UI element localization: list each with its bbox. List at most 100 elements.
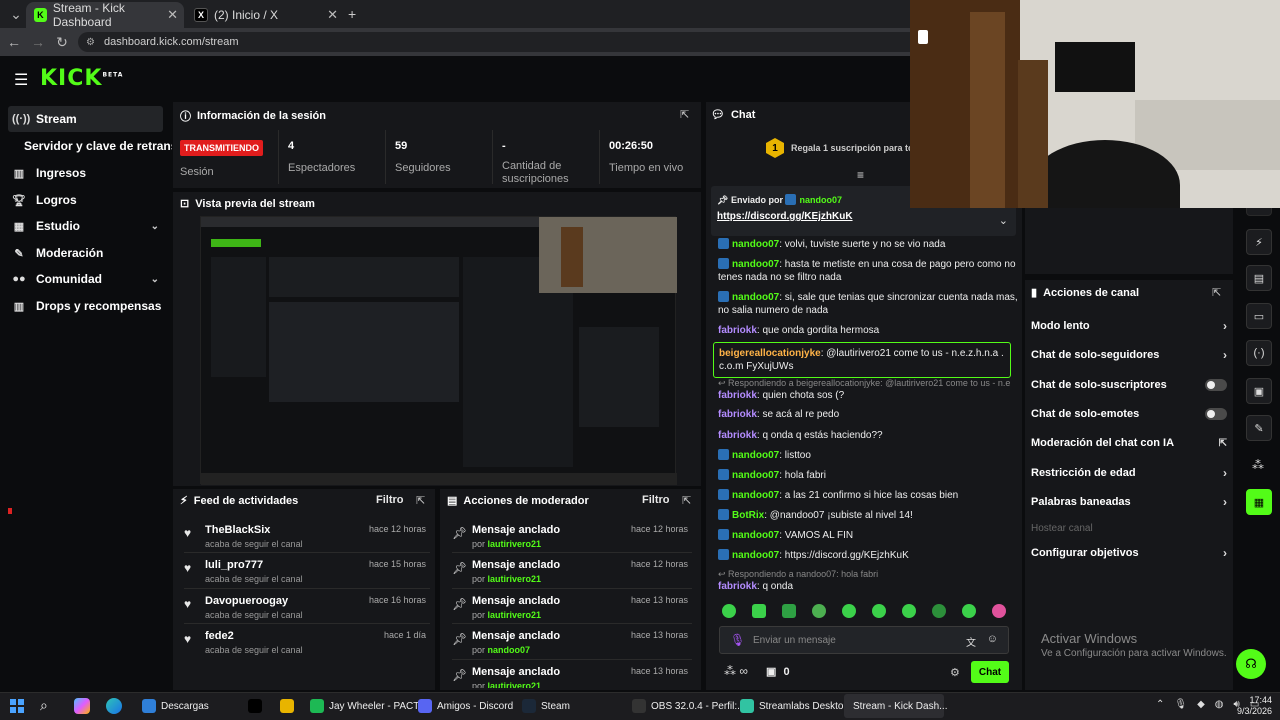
channel-action-6[interactable]: Restricción de edad › [1031, 462, 1231, 484]
popout-icon[interactable]: ⇱ [416, 494, 425, 507]
taskbar-tiktok[interactable] [244, 694, 266, 718]
stream-preview-video[interactable] [200, 216, 677, 485]
channel-action-7[interactable]: Palabras baneadas › [1031, 491, 1231, 513]
forward-icon[interactable]: → [26, 34, 50, 50]
sidebar-item-logros[interactable]: 🏆︎ Logros [8, 187, 163, 213]
sidebar-item-moderacion[interactable]: ✎ Moderación [8, 240, 163, 266]
chat-username[interactable]: nandoo07 [732, 292, 779, 303]
chevron-down-icon[interactable]: ⌄ [999, 214, 1008, 227]
chat-username[interactable]: nandoo07 [732, 530, 779, 541]
reload-icon[interactable]: ↻ [50, 34, 74, 51]
chat-username[interactable]: nandoo07 [732, 259, 779, 270]
community-icon[interactable]: ⁂ [1252, 458, 1264, 472]
taskbar-streamlabs[interactable]: Streamlabs Desktop [736, 694, 853, 718]
mod-filter-button[interactable]: Filtro [642, 494, 670, 506]
broadcast-icon[interactable]: (·) [1246, 340, 1272, 366]
channel-action-3[interactable]: Chat de solo-suscriptores [1031, 374, 1231, 396]
wrench-icon[interactable]: ✎ [1246, 415, 1272, 441]
popout-icon[interactable]: ⇱ [680, 108, 689, 121]
studio-icon[interactable]: ▦ [1246, 489, 1272, 515]
chat-username[interactable]: nandoo07 [732, 490, 779, 501]
chat-username[interactable]: fabriokk [718, 430, 757, 441]
chat-message-input[interactable]: 🎙︎ Enviar un mensaje 文 ☺ [719, 626, 1009, 654]
microphone-icon[interactable]: 🎙︎ [730, 633, 745, 647]
taskbar-discord[interactable]: Amigos - Discord [414, 694, 517, 718]
chat-username[interactable]: fabriokk [718, 581, 757, 592]
clock[interactable]: 17:44 9/3/2026 [1236, 695, 1272, 717]
sidebar-item-drops[interactable]: ▥ Drops y recompensas [8, 293, 163, 319]
emote-icon[interactable] [812, 604, 826, 618]
sidebar-item-estudio[interactable]: ▦ Estudio ⌄ [8, 213, 163, 239]
back-icon[interactable]: ← [2, 34, 26, 50]
document-icon[interactable]: ▤ [1246, 265, 1272, 291]
sidebar-item-ingresos[interactable]: ▥ Ingresos [8, 160, 163, 186]
activity-filter-button[interactable]: Filtro [376, 494, 404, 506]
chat-username[interactable]: BotRix [732, 510, 764, 521]
close-tab-icon[interactable]: ✕ [167, 7, 178, 23]
emote-icon[interactable] [872, 604, 886, 618]
channel-action-5[interactable]: Moderación del chat con IA ⇱ [1031, 432, 1231, 454]
search-icon[interactable]: ⌕ [40, 697, 48, 714]
hamburger-menu-icon[interactable]: ☰ [14, 70, 28, 90]
mod-username[interactable]: lautirivero21 [488, 539, 542, 549]
popout-icon[interactable]: ⇱ [682, 494, 691, 507]
emote-icon[interactable] [962, 604, 976, 618]
tab-kick-dashboard[interactable]: K Stream - Kick Dashboard ✕ [26, 1, 184, 29]
chat-username[interactable]: nandoo07 [732, 550, 779, 561]
chevron-up-icon[interactable]: ⌃ [1156, 699, 1164, 710]
mod-username[interactable]: lautirivero21 [488, 681, 542, 688]
pinned-username[interactable]: nandoo07 [799, 195, 842, 205]
emote-icon[interactable] [722, 604, 736, 618]
emote-icon[interactable] [752, 604, 766, 618]
pinned-link[interactable]: https://discord.gg/KEjzhKuK [717, 211, 853, 222]
chat-username[interactable]: nandoo07 [732, 470, 779, 481]
taskbar-steam[interactable]: Steam [518, 694, 574, 718]
toggle-switch[interactable] [1205, 408, 1227, 420]
emote-icon[interactable] [842, 604, 856, 618]
new-tab-button[interactable]: + [348, 6, 356, 22]
mod-username[interactable]: lautirivero21 [488, 574, 542, 584]
sidebar-item-server-key[interactable]: Servidor y clave de retransm [20, 133, 172, 159]
chat-username[interactable]: fabriokk [718, 390, 757, 401]
expand-banner-icon[interactable]: ≡ [857, 168, 864, 182]
sidebar-item-comunidad[interactable]: ●● Comunidad ⌄ [8, 266, 163, 292]
channel-action-2[interactable]: Chat de solo-seguidores › [1031, 344, 1231, 366]
rewards-row[interactable]: ▣ 0 [766, 665, 790, 678]
microphone-icon[interactable]: 🎙︎ [1174, 699, 1187, 710]
lightning-icon[interactable]: ⚡︎ [1246, 229, 1272, 255]
taskbar-downloads[interactable]: Descargas [138, 694, 213, 718]
channel-action-1[interactable]: Modo lento › [1031, 315, 1231, 337]
emote-icon[interactable] [902, 604, 916, 618]
channel-action-9[interactable]: Configurar objetivos › [1031, 542, 1231, 564]
channel-points-row[interactable]: ⁂ ∞ [724, 664, 748, 678]
emoji-icon[interactable]: ☺ [987, 633, 998, 645]
sidebar-item-stream[interactable]: ((·)) Stream [8, 106, 163, 132]
chat-bubble-icon[interactable]: ▭ [1246, 303, 1272, 329]
emote-icon[interactable] [992, 604, 1006, 618]
taskbar-spotify[interactable]: Jay Wheeler - PACT... [306, 694, 431, 718]
taskbar-chrome[interactable] [276, 694, 298, 718]
emote-icon[interactable] [932, 604, 946, 618]
chat-username[interactable]: fabriokk [718, 409, 757, 420]
chat-username[interactable]: beigereallocationjyke [719, 348, 821, 359]
taskbar-obs[interactable]: OBS 32.0.4 - Perfil:... [628, 694, 749, 718]
mod-username[interactable]: lautirivero21 [488, 610, 542, 620]
channel-action-4[interactable]: Chat de solo-emotes [1031, 403, 1231, 425]
help-chat-icon[interactable]: ☊ [1236, 649, 1266, 679]
toggle-switch[interactable] [1205, 379, 1227, 391]
id-card-icon[interactable]: ▣ [1246, 378, 1272, 404]
kick-logo[interactable]: KICKBETA [40, 66, 123, 91]
copilot-icon[interactable] [74, 698, 90, 714]
chat-username[interactable]: nandoo07 [732, 239, 779, 250]
windows-start-icon[interactable] [10, 699, 24, 713]
url-input[interactable]: ⚙ dashboard.kick.com/stream [78, 32, 958, 52]
edge-icon[interactable] [106, 698, 122, 714]
site-info-icon[interactable]: ⚙ [86, 37, 95, 48]
gift-sub-banner[interactable]: Regala 1 suscripción para toma [791, 143, 911, 153]
emote-icon[interactable] [782, 604, 796, 618]
popout-icon[interactable]: ⇱ [1212, 286, 1221, 299]
taskbar-kick-dashboard[interactable]: Stream - Kick Dash... [844, 694, 947, 718]
tab-search-icon[interactable]: ⌄ [4, 6, 28, 23]
network-icon[interactable]: ◍ [1215, 699, 1224, 710]
send-chat-button[interactable]: Chat [971, 661, 1009, 683]
